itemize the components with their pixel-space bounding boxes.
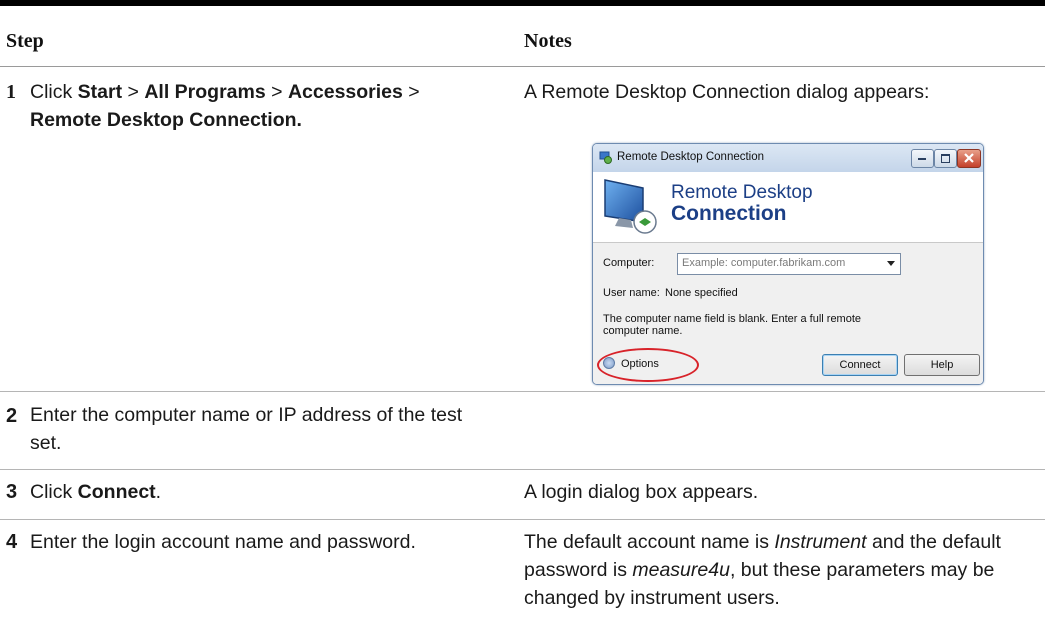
- step-number-4: 4: [6, 531, 18, 553]
- step-1-notes: A Remote Desktop Connection dialog appea…: [524, 81, 930, 103]
- computer-combobox[interactable]: Example: computer.fabrikam.com: [677, 253, 901, 275]
- banner-title-line1: Remote Desktop: [671, 182, 813, 203]
- step-2-text: Enter the computer name or IP address of…: [30, 404, 463, 454]
- row-rule-2: [0, 469, 1045, 470]
- header-rule: [0, 66, 1045, 67]
- step-3-text: Click Connect.: [30, 481, 162, 503]
- row-rule-1: [0, 391, 1045, 392]
- computer-placeholder: Example: computer.fabrikam.com: [682, 257, 846, 269]
- step-number-2: 2: [6, 405, 18, 427]
- dropdown-arrow-icon[interactable]: [887, 261, 895, 266]
- header-notes: Notes: [524, 30, 572, 52]
- options-highlight-circle: [597, 348, 699, 382]
- dialog-message: The computer name field is blank. Enter …: [603, 313, 862, 337]
- top-rule: [0, 0, 1045, 6]
- dialog-title: Remote Desktop Connection: [617, 151, 765, 163]
- maximize-button[interactable]: [934, 149, 957, 168]
- help-button[interactable]: Help: [904, 354, 980, 376]
- minimize-button[interactable]: [911, 149, 934, 168]
- step-4-text: Enter the login account name and passwor…: [30, 531, 416, 553]
- banner-title-line2: Connection: [671, 202, 787, 225]
- default-account-name: Instrument: [774, 531, 867, 553]
- connect-keyword: Connect: [77, 481, 156, 503]
- username-label: User name:: [603, 287, 660, 299]
- step-3-notes: A login dialog box appears.: [524, 481, 759, 503]
- dialog-titlebar: Remote Desktop Connection: [593, 144, 983, 172]
- header-step: Step: [6, 30, 44, 52]
- close-button[interactable]: [957, 149, 981, 168]
- computer-label: Computer:: [603, 257, 655, 269]
- monitor-logo-icon: [604, 179, 657, 234]
- menu-remote-desktop-connection: Remote Desktop Connection.: [30, 109, 302, 131]
- row-rule-3: [0, 519, 1045, 520]
- connect-button[interactable]: Connect: [822, 354, 898, 376]
- menu-all-programs: All Programs: [144, 81, 266, 103]
- username-value: None specified: [665, 287, 738, 299]
- menu-accessories: Accessories: [287, 81, 403, 103]
- close-icon: [964, 153, 974, 163]
- default-password: measure4u: [632, 559, 730, 581]
- remote-desktop-icon: [599, 151, 612, 164]
- step-number-1: 1: [6, 81, 16, 103]
- step-4-notes: The default account name is Instrument a…: [524, 531, 1001, 609]
- step-1-text: Click Start > All Programs > Accessories…: [30, 81, 420, 131]
- dialog-banner: Remote Desktop Connection: [593, 172, 983, 242]
- step-number-3: 3: [6, 481, 18, 503]
- menu-start: Start: [77, 81, 123, 103]
